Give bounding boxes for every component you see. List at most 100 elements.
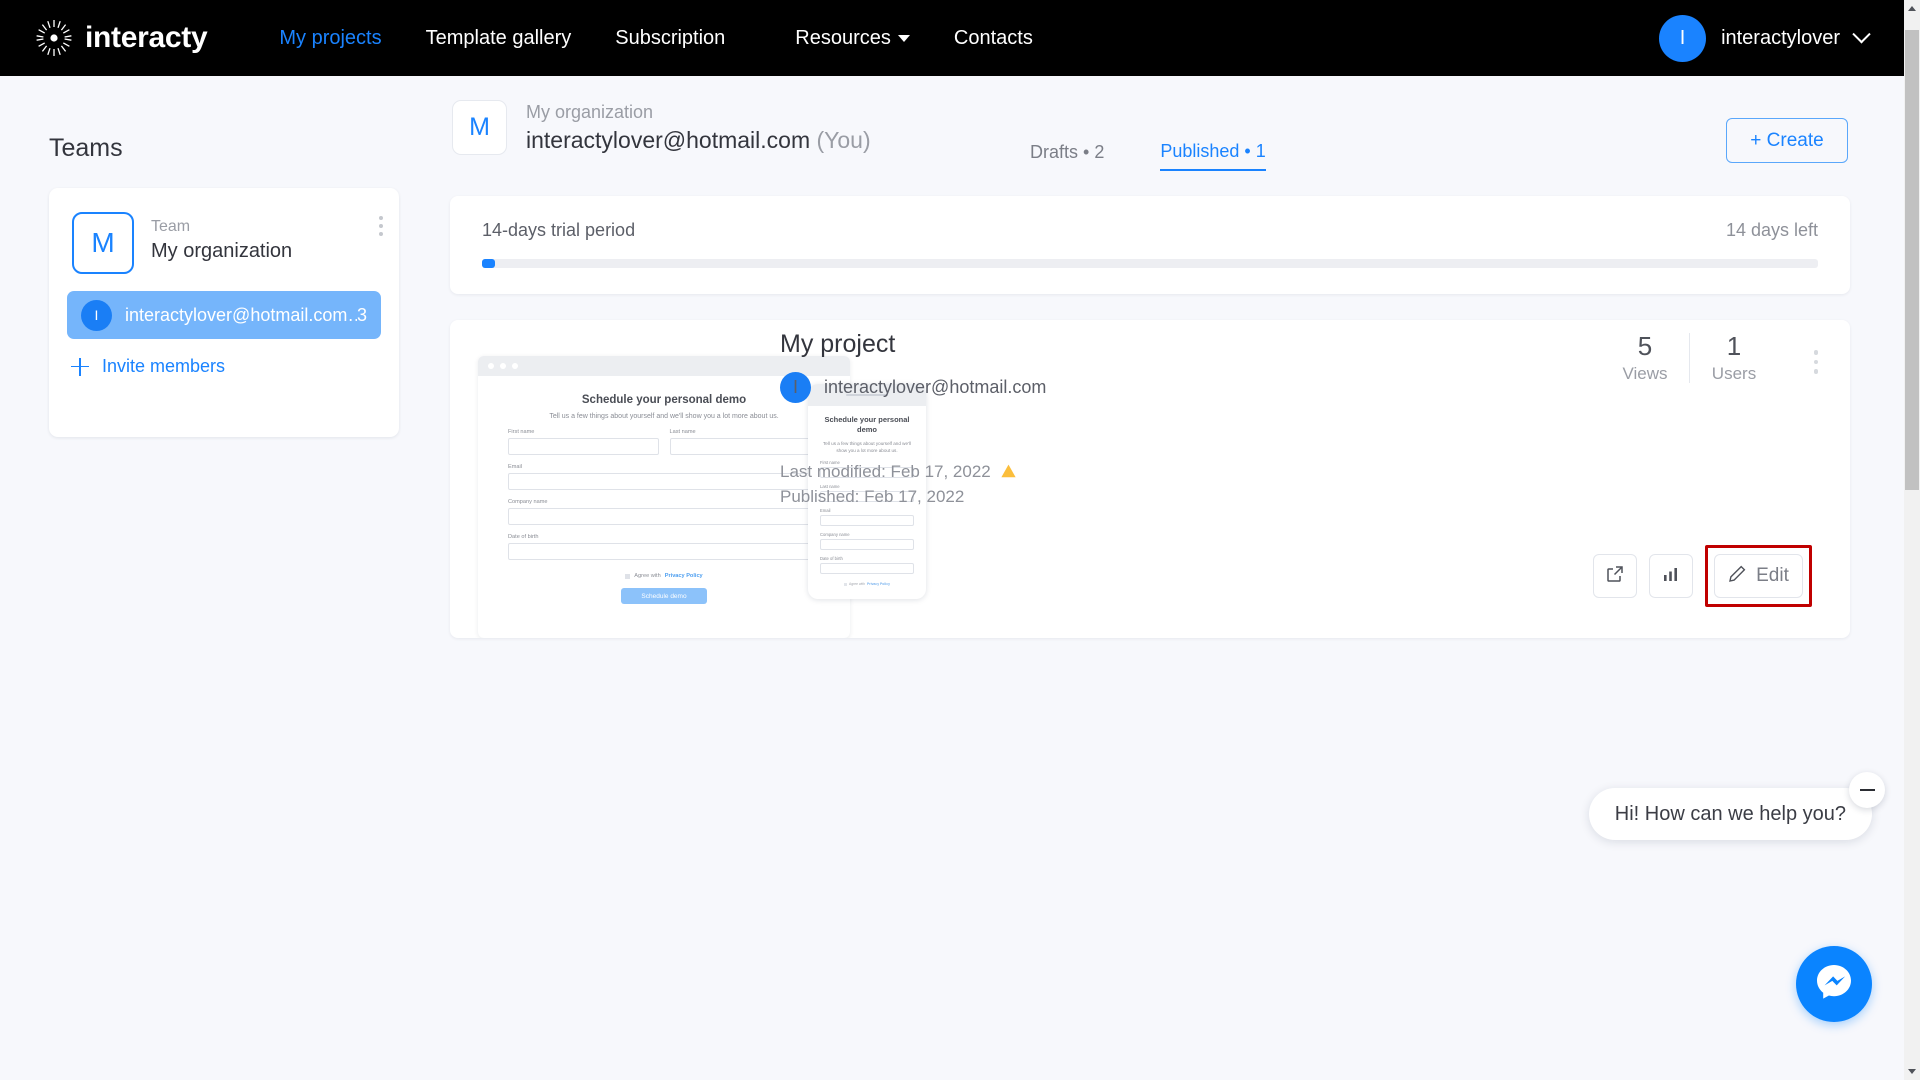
mobile-consent-row: Agree with Privacy Policy (820, 582, 914, 586)
nav-template-gallery[interactable]: Template gallery (426, 27, 572, 50)
preview-submit-button: Schedule demo (621, 588, 707, 604)
project-owner-email: interactylover@hotmail.com (824, 377, 1047, 397)
preview-subheading: Tell us a few things about yourself and … (549, 413, 779, 420)
project-actions: Edit (1593, 545, 1812, 607)
nav-resources-label: Resources (795, 26, 891, 49)
chat-greeting-text: Hi! How can we help you? (1614, 802, 1846, 825)
team-name-label: My organization (151, 240, 293, 262)
mobile-field-input (820, 563, 914, 574)
checkbox-icon (843, 582, 847, 586)
invite-members-label: Invite members (102, 356, 226, 376)
project-kebab-menu-icon[interactable] (1813, 350, 1818, 374)
open-external-button[interactable] (1593, 554, 1637, 598)
bar-chart-icon (1662, 565, 1680, 588)
nav-my-projects-label: My projects (279, 26, 382, 49)
brand-name: interacty (85, 21, 208, 54)
nav-resources[interactable]: Resources (795, 27, 910, 50)
main-nav: My projects Template gallery Subscriptio… (279, 27, 1076, 50)
nav-subscription-label: Subscription (615, 26, 726, 49)
page-scrollbar[interactable] (1904, 0, 1920, 1080)
member-avatar: I (81, 299, 112, 331)
chat-minimize-button[interactable] (1849, 772, 1885, 808)
trial-progress-fill (482, 259, 495, 268)
project-filter-tabs: Drafts • 2 Published • 1 (1030, 141, 1266, 171)
edit-button-highlight-wrapper: Edit (1705, 545, 1812, 607)
preview-field-input (508, 473, 820, 490)
brand-logo[interactable]: interacty (34, 18, 208, 58)
user-avatar: I (1659, 14, 1707, 62)
preview-heading: Schedule your personal demo (581, 394, 747, 406)
nav-contacts[interactable]: Contacts (954, 27, 1033, 50)
tab-published[interactable]: Published • 1 (1160, 141, 1266, 171)
nav-contacts-label: Contacts (953, 26, 1033, 49)
scroll-up-arrow-icon[interactable] (1904, 0, 1920, 17)
trial-label: 14-days trial period (482, 220, 636, 240)
preview-consent-row: Agree with Privacy Policy (508, 573, 820, 579)
teams-heading: Teams (49, 134, 123, 162)
mobile-preview-heading: Schedule your personal demo (824, 415, 910, 434)
tab-drafts-count: 2 (1094, 142, 1105, 162)
team-member-item[interactable]: I interactylover@hotmail.com… 3 (67, 291, 381, 339)
organization-you-label: (You) (816, 127, 871, 153)
edit-button[interactable]: Edit (1714, 554, 1803, 598)
team-kebab-menu-icon[interactable] (379, 216, 383, 236)
stat-views-label: Views (1622, 364, 1668, 383)
team-avatar: M (72, 212, 134, 274)
stat-users-value: 1 (1726, 331, 1742, 361)
project-last-modified-row: Last modified: Feb 17, 2022 (780, 460, 1017, 485)
project-owner: I interactylover@hotmail.com (780, 372, 1046, 403)
preview-field-input (669, 438, 820, 455)
nav-subscription[interactable]: Subscription (615, 27, 725, 50)
trial-progress-track (482, 259, 1818, 268)
trial-banner: 14-days trial period 14 days left (450, 196, 1850, 294)
chevron-down-icon (1852, 24, 1871, 43)
messenger-icon (1811, 959, 1857, 1010)
mobile-privacy-link: Privacy Policy (867, 582, 891, 586)
organization-email-label: interactylover@hotmail.com (526, 127, 811, 153)
project-last-modified: Last modified: Feb 17, 2022 (780, 462, 991, 481)
project-published-date: Published: Feb 17, 2022 (780, 487, 965, 506)
stat-users-label: Users (1711, 364, 1757, 383)
minimize-icon (1859, 789, 1875, 791)
invite-members-button[interactable]: Invite members (71, 356, 399, 377)
preview-field-input (508, 508, 820, 525)
preview-field-label: First name (508, 429, 535, 435)
preview-privacy-link: Privacy Policy (664, 573, 703, 579)
project-title[interactable]: My project (780, 330, 895, 359)
checkbox-icon (625, 573, 631, 579)
stat-users: 1 Users (1690, 330, 1778, 386)
organization-header: M My organization interactylover@hotmail… (452, 100, 871, 155)
nav-my-projects[interactable]: My projects (279, 27, 381, 50)
tab-published-count: 1 (1255, 141, 1266, 161)
organization-name-label: My organization (526, 102, 654, 122)
user-menu[interactable]: I interactylover (1659, 0, 1871, 76)
mobile-field-label: Company name (820, 532, 850, 537)
chevron-down-icon (897, 34, 910, 42)
pencil-icon (1728, 564, 1747, 589)
project-card: Schedule your personal demo Tell us a fe… (450, 320, 1850, 638)
mobile-field-input (820, 539, 914, 550)
mobile-consent-text: Agree with (848, 582, 866, 586)
statistics-button[interactable] (1649, 554, 1693, 598)
warning-triangle-icon (1001, 461, 1017, 485)
tab-drafts-label: Drafts (1030, 142, 1079, 162)
project-owner-avatar: I (780, 372, 811, 403)
project-dates: Last modified: Feb 17, 2022 Published: F… (780, 460, 1017, 509)
trial-days-left: 14 days left (1725, 220, 1818, 240)
messenger-launcher-button[interactable] (1796, 946, 1872, 1022)
preview-field-label: Company name (508, 499, 548, 505)
preview-field-label: Last name (669, 429, 696, 435)
team-row[interactable]: M Team My organization (49, 188, 399, 274)
chat-greeting-bubble[interactable]: Hi! How can we help you? (1588, 788, 1872, 840)
mobile-preview-subheading: Tell us a few things about yourself and … (823, 441, 911, 453)
scroll-down-arrow-icon[interactable] (1904, 1063, 1920, 1080)
tab-drafts[interactable]: Drafts • 2 (1030, 142, 1104, 170)
top-navigation-bar: interacty My projects Template gallery S… (0, 0, 1904, 76)
member-email-label: interactylover@hotmail.com… (125, 304, 357, 325)
preview-field-input (508, 543, 820, 560)
scrollbar-thumb[interactable] (1905, 30, 1919, 490)
create-button[interactable]: + Create (1726, 118, 1848, 163)
organization-avatar: M (452, 100, 507, 155)
stat-views: 5 Views (1601, 330, 1689, 386)
member-project-count: 3 (356, 304, 367, 325)
